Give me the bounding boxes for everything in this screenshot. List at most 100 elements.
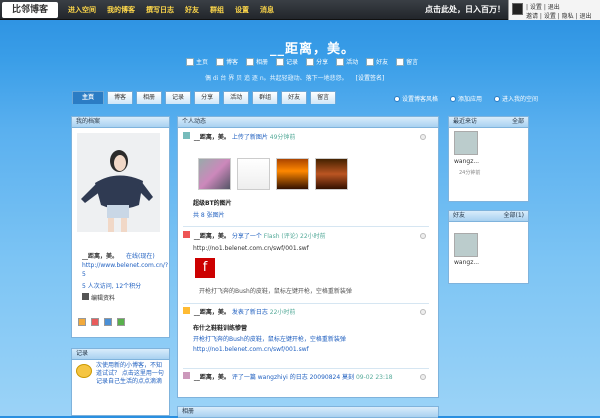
- top-nav: 进入空间 我的博客 撰写日志 好友 群组 设置 消息: [68, 5, 274, 15]
- feed-divider: [183, 303, 429, 304]
- record-icon: [276, 57, 285, 66]
- quick-record[interactable]: 记录: [276, 57, 298, 66]
- nav-friends[interactable]: 好友: [185, 5, 199, 15]
- feed-target[interactable]: Flash (评论): [264, 233, 298, 240]
- records-text: 次使用新的小博客，不知道试试？ 点击这里用一句记录自己生活的点点滴滴: [76, 362, 164, 386]
- edit-icon: [82, 293, 89, 300]
- tab-event[interactable]: 活动: [223, 91, 250, 104]
- profile-photo-image: [77, 133, 160, 232]
- tab-friends[interactable]: 好友: [281, 91, 308, 104]
- option-blog-style[interactable]: 设置博客风格: [394, 94, 438, 103]
- nav-settings[interactable]: 设置: [235, 5, 249, 15]
- tab-blog[interactable]: 博客: [107, 91, 134, 104]
- quick-nav: 主页 博客 相册 记录 分享 活动 好友 留言: [186, 57, 418, 66]
- records-hint[interactable]: 次使用新的小博客，不知道试试？ 点击这里用一句记录自己生活的点点滴滴: [96, 362, 164, 385]
- photo-thumb[interactable]: [198, 158, 231, 190]
- profile-name[interactable]: __距离，美。: [82, 253, 118, 260]
- feed-time: 49分钟前: [269, 134, 296, 141]
- share-url[interactable]: http://no1.belenet.com.cn/swf/001.swf: [193, 245, 309, 252]
- share-feed-icon: [183, 231, 190, 238]
- visitor-name[interactable]: wangz...: [454, 158, 479, 165]
- feed-time: 22小时前: [300, 233, 326, 240]
- friends-icon: [366, 57, 375, 66]
- visitors-all-link[interactable]: 全部: [512, 117, 524, 127]
- stats-icon[interactable]: [117, 318, 125, 326]
- friend-avatar[interactable]: [454, 233, 478, 257]
- quick-album[interactable]: 相册: [246, 57, 268, 66]
- nav-groups[interactable]: 群组: [210, 5, 224, 15]
- delete-icon[interactable]: [420, 374, 426, 380]
- edit-profile-link[interactable]: 编辑资料: [82, 293, 115, 302]
- user-menu-line1[interactable]: | 设置 | 退出: [526, 2, 560, 11]
- space-icon: [494, 95, 501, 102]
- set-signature-link[interactable]: [设置签名]: [356, 75, 385, 82]
- tab-record[interactable]: 记录: [165, 91, 192, 104]
- feed-action: 评了一篇 wangzhiyi 的日志 20090824 莫刻: [231, 374, 355, 381]
- blog-body: 开枪打飞奔的Bush的皮鞋，鼠标左键开枪，空格重新装弹 http://no1.b…: [193, 336, 346, 353]
- feed-user[interactable]: __距离，美。: [194, 374, 230, 381]
- album-title[interactable]: 超级BT的图片: [193, 198, 232, 207]
- friends-all-link[interactable]: 全部(1): [504, 211, 525, 221]
- option-enter-space[interactable]: 进入我的空间: [494, 94, 538, 103]
- feed-item-comment: __距离，美。 评了一篇 wangzhiyi 的日志 20090824 莫刻 0…: [183, 372, 426, 388]
- signature-line: 偶 di 台 界 贝 追 逐 n。共起轻翅动、落下一地悲怨。 [设置签名]: [205, 73, 384, 82]
- nav-enter-space[interactable]: 进入空间: [68, 5, 96, 15]
- user-box: | 设置 | 退出 邀请 | 设置 | 隐私 | 退出: [508, 0, 600, 20]
- tab-home[interactable]: 主页: [72, 91, 105, 104]
- visitor-time: 24分钟前: [459, 170, 481, 176]
- user-menu-line2[interactable]: 邀请 | 设置 | 隐私 | 退出: [526, 11, 592, 20]
- tab-guestbook[interactable]: 留言: [310, 91, 337, 104]
- photo-thumb[interactable]: [315, 158, 348, 190]
- top-bar: 比邻博客 进入空间 我的博客 撰写日志 好友 群组 设置 消息 点击此处，日入百…: [0, 0, 600, 20]
- option-add-app[interactable]: 添加应用: [450, 94, 482, 103]
- quick-guestbook-label: 留言: [406, 59, 419, 66]
- friend-name[interactable]: wangz...: [454, 259, 479, 266]
- quick-friends[interactable]: 好友: [366, 57, 388, 66]
- nav-my-blog[interactable]: 我的博客: [107, 5, 135, 15]
- gift-icon[interactable]: [91, 318, 99, 326]
- quick-share[interactable]: 分享: [306, 57, 328, 66]
- site-logo[interactable]: 比邻博客: [2, 2, 58, 18]
- photo-thumb[interactable]: [237, 158, 270, 190]
- blog-title[interactable]: 布什之鞋鞋训练惨营: [193, 323, 247, 332]
- photo-feed-icon: [183, 132, 190, 139]
- nav-write-log[interactable]: 撰写日志: [146, 5, 174, 15]
- flash-icon[interactable]: f: [195, 258, 215, 278]
- add-friend-icon[interactable]: [104, 318, 112, 326]
- main-tabs: 主页 博客 相册 记录 分享 活动 群组 好友 留言: [72, 91, 337, 104]
- feed-divider: [183, 226, 429, 227]
- profile-link[interactable]: http://www.belenet.com.cn/?5: [82, 261, 168, 279]
- feed-user[interactable]: __距离，美。: [194, 134, 230, 141]
- comment-feed-icon: [183, 372, 190, 379]
- feed-header: 个人动态: [178, 117, 438, 128]
- visitors-title: 最近来访: [453, 118, 478, 125]
- profile-photo: [77, 133, 160, 232]
- visitor-avatar[interactable]: [454, 131, 478, 155]
- quick-home[interactable]: 主页: [186, 57, 208, 66]
- album-header: 相册: [178, 407, 438, 418]
- feed-user[interactable]: __距离，美。: [194, 309, 230, 316]
- tab-share[interactable]: 分享: [194, 91, 221, 104]
- delete-icon[interactable]: [420, 134, 426, 140]
- quick-blog[interactable]: 博客: [216, 57, 238, 66]
- quick-event[interactable]: 活动: [336, 57, 358, 66]
- tab-groups[interactable]: 群组: [252, 91, 279, 104]
- tab-album[interactable]: 相册: [136, 91, 163, 104]
- feed-user[interactable]: __距离，美。: [194, 233, 230, 240]
- nav-messages[interactable]: 消息: [260, 5, 274, 15]
- photo-thumb[interactable]: [276, 158, 309, 190]
- profile-name-row: __距离，美。 在线(现在): [82, 251, 155, 260]
- profile-actions: [78, 318, 125, 326]
- promo-link[interactable]: 点击此处，日入百万！: [425, 4, 505, 15]
- option-add-app-label: 添加应用: [458, 96, 483, 103]
- quick-guestbook[interactable]: 留言: [396, 57, 418, 66]
- delete-icon[interactable]: [420, 233, 426, 239]
- visitors-header: 最近来访 全部: [449, 117, 528, 128]
- user-avatar[interactable]: [512, 3, 523, 15]
- delete-icon[interactable]: [420, 309, 426, 315]
- message-icon[interactable]: [78, 318, 86, 326]
- feed-item-blog: __距离，美。 发表了新日志 22小时前 布什之鞋鞋训练惨营 开枪打飞奔的Bus…: [183, 307, 426, 367]
- home-icon: [186, 57, 194, 66]
- blog-icon: [216, 57, 225, 66]
- feed-action: 发表了新日志: [231, 309, 268, 316]
